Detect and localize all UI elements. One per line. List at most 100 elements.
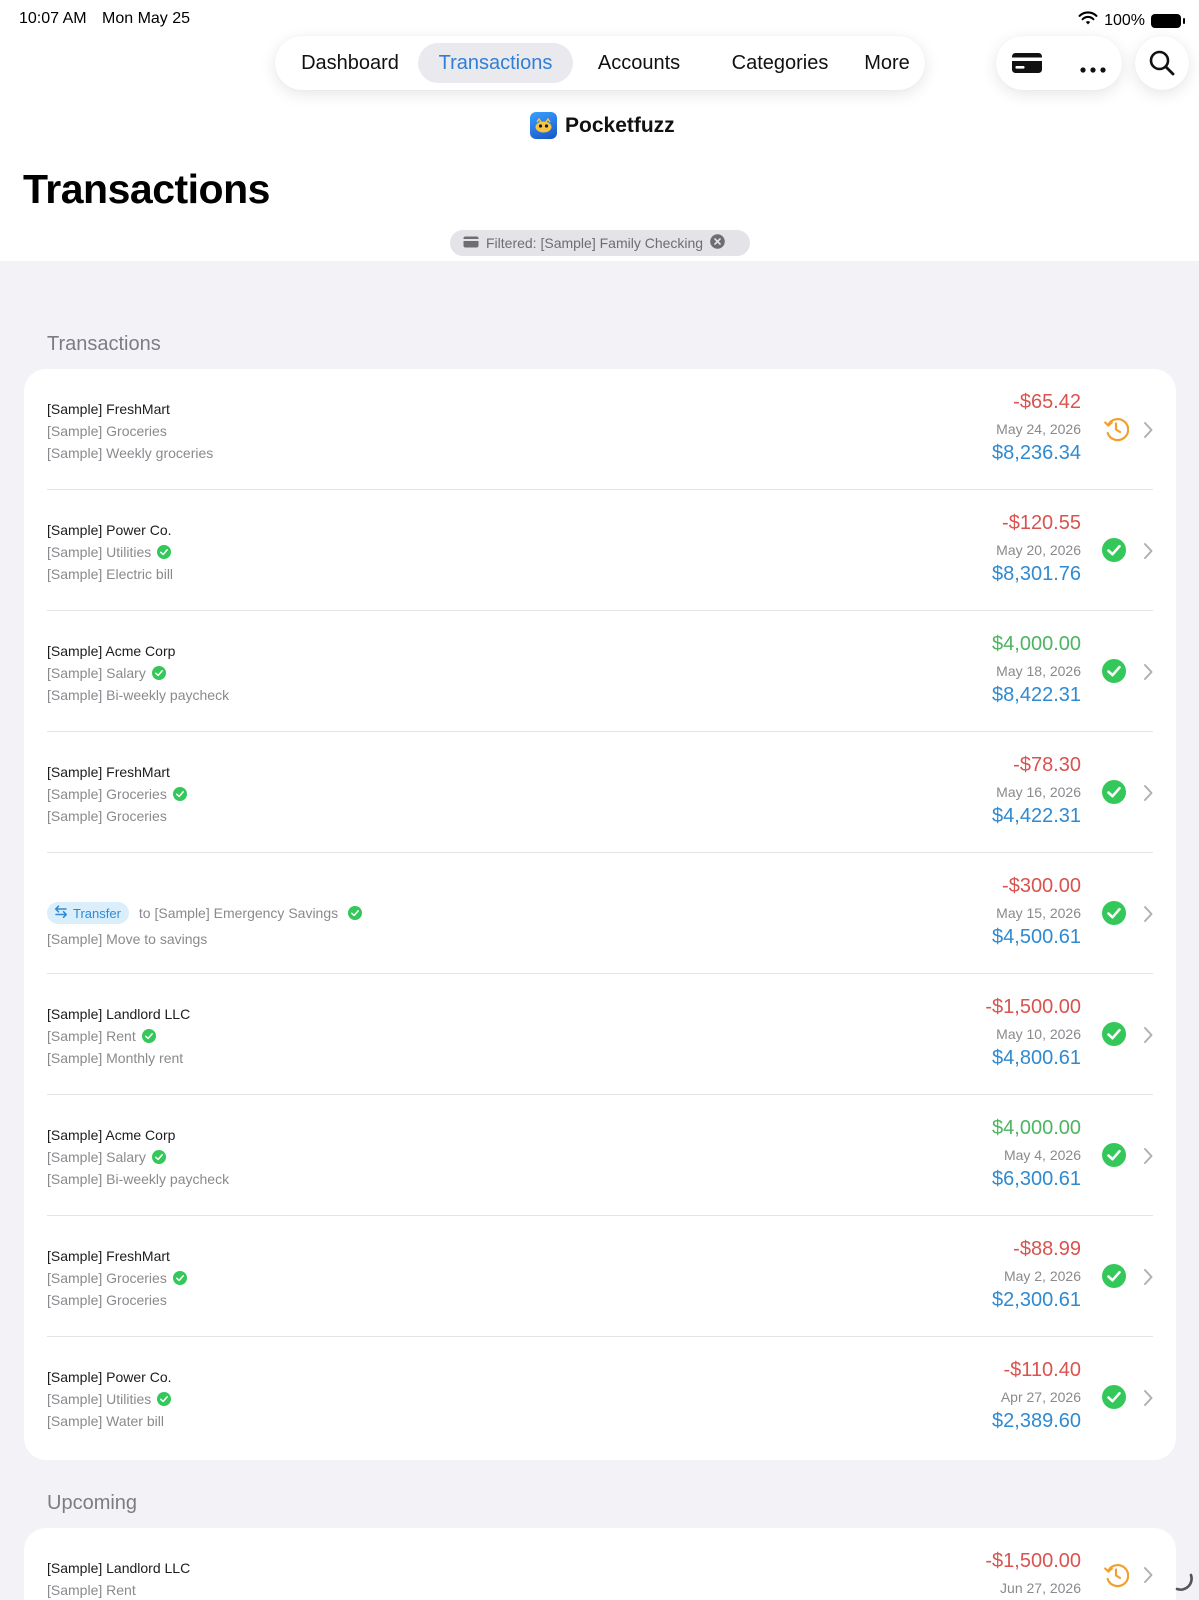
chevron-right-icon [1142, 1268, 1154, 1286]
search-button[interactable] [1135, 36, 1189, 90]
transaction-row[interactable]: [Sample] Acme Corp [Sample] Salary [Sample… [24, 1095, 1176, 1216]
transaction-payee: [Sample] Power Co. [47, 522, 172, 538]
tab-accounts[interactable]: Accounts [575, 43, 703, 83]
chevron-right-icon [1142, 421, 1154, 439]
status-bar: 10:07 AM Mon May 25 100% [0, 0, 1199, 36]
refresh-indicator-icon [1173, 1571, 1195, 1598]
category-label: [Sample] Utilities [47, 544, 152, 560]
transaction-row[interactable]: [Sample] Acme Corp [Sample] Salary [Sample… [24, 611, 1176, 732]
transaction-date: May 2, 2026 [1003, 1268, 1081, 1284]
category-label: [Sample] Salary [47, 665, 146, 681]
section-header-transactions: Transactions [47, 333, 161, 355]
transaction-category: [Sample] Rent [47, 1582, 136, 1598]
transaction-payee: [Sample] Landlord LLC [47, 1006, 191, 1022]
transaction-row[interactable]: [Sample] Landlord LLC [Sample] Rent -$1,50… [24, 1528, 1176, 1600]
transaction-row[interactable]: Transfer to [Sample] Emergency Savings [Sa… [24, 853, 1176, 974]
transfer-line: Transfer to [Sample] Emergency Savings [47, 902, 363, 924]
app-logo-icon [530, 112, 557, 139]
tab-more[interactable]: More [852, 43, 922, 83]
header-area: 10:07 AM Mon May 25 100% Dashboard Trans… [0, 0, 1199, 261]
transaction-category: [Sample] Groceries [47, 423, 167, 439]
transaction-amount: -$65.42 [1013, 391, 1081, 413]
transaction-date: May 24, 2026 [996, 421, 1081, 437]
running-balance: $2,300.61 [992, 1289, 1081, 1311]
transaction-amount: -$120.55 [1002, 512, 1081, 534]
transaction-amount: -$110.40 [1003, 1359, 1081, 1381]
chevron-right-icon [1142, 905, 1154, 923]
running-balance: $8,301.76 [992, 563, 1081, 585]
transaction-payee: [Sample] FreshMart [47, 1248, 170, 1264]
transfer-label: Transfer [73, 905, 121, 921]
transaction-amount: -$88.99 [1013, 1238, 1081, 1260]
transaction-amount: $4,000.00 [992, 1117, 1081, 1139]
chevron-right-icon [1142, 663, 1154, 681]
chevron-right-icon [1142, 784, 1154, 802]
cleared-status-icon [1102, 659, 1126, 683]
transaction-payee: [Sample] Landlord LLC [47, 1560, 191, 1576]
transaction-date: May 4, 2026 [1003, 1147, 1081, 1163]
transfer-badge: Transfer [47, 902, 129, 924]
transaction-row[interactable]: [Sample] Power Co. [Sample] Utilities [Sam… [24, 490, 1176, 611]
clear-filter-icon[interactable] [710, 234, 725, 252]
transaction-category: [Sample] Salary [47, 665, 166, 681]
transaction-date: Jun 27, 2026 [1000, 1580, 1081, 1596]
running-balance: $4,800.61 [992, 1047, 1081, 1069]
transaction-payee: [Sample] FreshMart [47, 764, 170, 780]
transaction-category: [Sample] Salary [47, 1149, 166, 1165]
cleared-status-icon [1102, 1022, 1126, 1046]
cleared-status-icon [1102, 780, 1126, 804]
transaction-row[interactable]: [Sample] FreshMart [Sample] Groceries [Sam… [24, 1216, 1176, 1337]
cleared-status-icon [1102, 1143, 1126, 1167]
transaction-memo: [Sample] Groceries [47, 808, 167, 824]
running-balance: $8,422.31 [992, 684, 1081, 706]
more-icon[interactable] [1080, 60, 1106, 78]
transaction-date: Apr 27, 2026 [1000, 1389, 1081, 1405]
page-title: Transactions [23, 166, 270, 212]
transaction-row[interactable]: [Sample] FreshMart [Sample] Groceries [Sam… [24, 369, 1176, 490]
transaction-category: [Sample] Utilities [47, 544, 172, 560]
transaction-row[interactable]: [Sample] FreshMart [Sample] Groceries [Sam… [24, 732, 1176, 853]
transfer-destination: to [Sample] Emergency Savings [138, 905, 339, 921]
cleared-status-icon [1102, 538, 1126, 562]
transaction-amount: -$300.00 [1002, 875, 1081, 897]
transaction-memo: [Sample] Move to savings [47, 931, 208, 947]
transaction-date: May 10, 2026 [996, 1026, 1081, 1042]
battery-percent: 100% [1104, 11, 1145, 29]
transaction-memo: [Sample] Bi-weekly paycheck [47, 687, 230, 703]
tab-transactions[interactable]: Transactions [418, 43, 573, 83]
running-balance: $6,300.61 [992, 1168, 1081, 1190]
transaction-payee: [Sample] Acme Corp [47, 1127, 176, 1143]
pending-clock-icon [1103, 416, 1130, 442]
cleared-check-icon [157, 1392, 172, 1406]
cleared-status-icon [1102, 1385, 1126, 1409]
brand-name: Pocketfuzz [565, 113, 675, 137]
tab-categories[interactable]: Categories [705, 43, 855, 83]
transaction-memo: [Sample] Bi-weekly paycheck [47, 1171, 230, 1187]
status-date: Mon May 25 [102, 10, 191, 27]
chevron-right-icon [1142, 1566, 1154, 1584]
card-icon[interactable] [1011, 52, 1043, 79]
transaction-memo: [Sample] Weekly groceries [47, 445, 214, 461]
transaction-category: [Sample] Groceries [47, 1270, 187, 1286]
category-label: [Sample] Salary [47, 1149, 146, 1165]
transactions-card: [Sample] FreshMart [Sample] Groceries [Sam… [24, 369, 1176, 1460]
chevron-right-icon [1142, 1026, 1154, 1044]
running-balance: $2,389.60 [992, 1410, 1081, 1432]
upcoming-card: [Sample] Landlord LLC [Sample] Rent -$1,50… [24, 1528, 1176, 1600]
transaction-date: May 16, 2026 [996, 784, 1081, 800]
category-label: [Sample] Groceries [47, 423, 167, 439]
transaction-amount: -$1,500.00 [985, 1550, 1081, 1572]
status-right: 100% [1078, 10, 1185, 31]
transaction-row[interactable]: [Sample] Landlord LLC [Sample] Rent [Sampl… [24, 974, 1176, 1095]
cleared-status-icon [1102, 1264, 1126, 1288]
transaction-row[interactable]: [Sample] Power Co. [Sample] Utilities [Sam… [24, 1337, 1176, 1458]
transaction-date: May 20, 2026 [996, 542, 1081, 558]
tab-dashboard[interactable]: Dashboard [283, 43, 417, 83]
tab-bar: Dashboard Transactions Accounts Categori… [275, 36, 925, 90]
running-balance: $8,236.34 [992, 442, 1081, 464]
running-balance: $4,422.31 [992, 805, 1081, 827]
filter-chip[interactable]: Filtered: [Sample] Family Checking [450, 230, 750, 256]
pending-clock-icon [1103, 1562, 1130, 1588]
transaction-category: [Sample] Groceries [47, 786, 187, 802]
transaction-amount: -$1,500.00 [985, 996, 1081, 1018]
